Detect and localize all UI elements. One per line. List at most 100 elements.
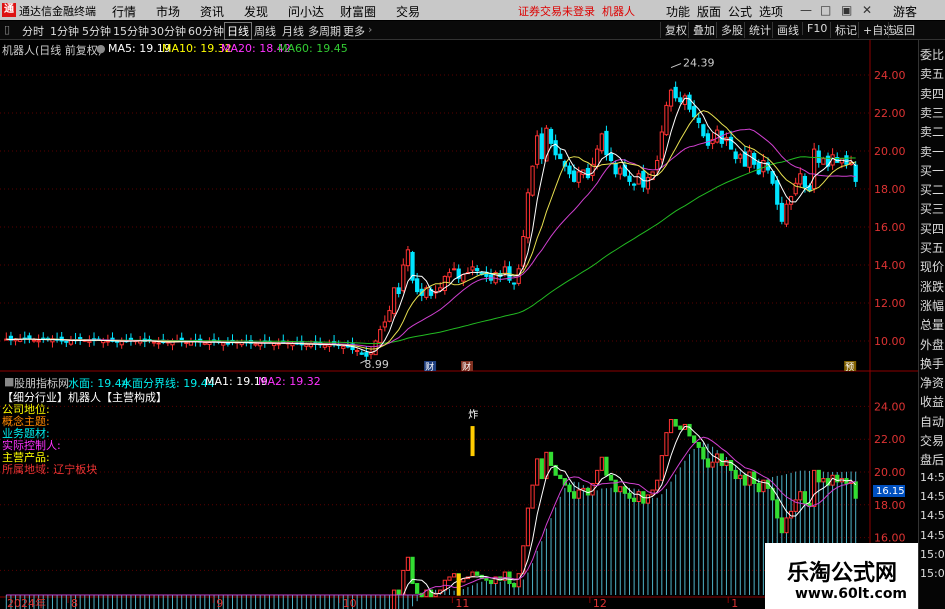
- main-candle: [451, 268, 457, 271]
- sidebar-item[interactable]: 换手: [920, 355, 944, 372]
- sub-candle: [608, 474, 614, 481]
- sidebar-item[interactable]: 14:56: [920, 509, 945, 522]
- main-candle: [355, 350, 360, 352]
- main-candle: [87, 340, 92, 343]
- main-candle: [576, 171, 581, 183]
- main-candle: [119, 340, 124, 346]
- x-tick-label: 8: [71, 597, 78, 609]
- main-candle: [78, 337, 83, 340]
- main-candle: [521, 236, 526, 267]
- sidebar-item[interactable]: 盘后: [920, 451, 944, 468]
- quote-sidebar: 委比卖五卖四卖三卖二卖一买一买二买三买四买五现价涨跌涨幅总量外盘换手净资收益自动…: [918, 40, 945, 609]
- main-candle: [645, 177, 651, 190]
- sidebar-item[interactable]: 交易: [920, 432, 944, 449]
- sidebar-item[interactable]: 买一: [920, 162, 944, 179]
- sidebar-item[interactable]: 15:00: [920, 548, 945, 561]
- y-tick-label: 10.00: [874, 335, 906, 348]
- sub-candle: [659, 455, 664, 481]
- main-candle: [567, 165, 572, 175]
- main-candle: [728, 136, 734, 150]
- main-candle: [304, 343, 309, 347]
- main-candle: [475, 268, 480, 272]
- sidebar-item[interactable]: 买二: [920, 181, 944, 198]
- sidebar-item[interactable]: 卖三: [920, 104, 944, 121]
- ma10-line: [6, 110, 856, 350]
- main-candle: [631, 183, 637, 186]
- main-candle: [184, 342, 189, 345]
- main-candle: [747, 150, 752, 168]
- sidebar-item[interactable]: 买五: [920, 239, 944, 256]
- main-candle: [322, 344, 327, 348]
- sub-candle: [539, 458, 544, 480]
- main-candle: [779, 202, 784, 222]
- main-candle: [401, 264, 406, 292]
- main-candle: [502, 266, 507, 275]
- sub-candle: [696, 441, 701, 448]
- sidebar-item[interactable]: 涨幅: [920, 297, 944, 314]
- watermark-title: 乐淘公式网: [787, 561, 898, 586]
- main-candle: [775, 180, 780, 205]
- sidebar-item[interactable]: 卖四: [920, 85, 944, 102]
- main-candle: [618, 167, 623, 175]
- sub-candle: [396, 589, 401, 596]
- sidebar-item[interactable]: 收益: [920, 393, 944, 410]
- sub-candle: [618, 486, 623, 493]
- y-tick-label: 22.00: [874, 107, 906, 120]
- x-tick-label: 12: [593, 597, 607, 609]
- y-tick-label: 14.00: [874, 259, 906, 272]
- main-candle: [151, 341, 157, 344]
- main-candle: [470, 266, 475, 271]
- main-candle: [636, 173, 641, 185]
- sidebar-item[interactable]: 总量: [920, 316, 944, 333]
- sub-candle: [391, 589, 397, 609]
- sidebar-item[interactable]: 卖一: [920, 143, 944, 160]
- sub-candle: [525, 507, 531, 547]
- main-candle: [253, 343, 258, 346]
- sidebar-item[interactable]: 净资: [920, 374, 944, 391]
- main-candle: [525, 192, 531, 239]
- x-tick-label: 11: [455, 597, 469, 609]
- signal-bar: [470, 426, 475, 457]
- sidebar-item[interactable]: 外盘: [920, 336, 944, 353]
- main-candle: [387, 310, 392, 322]
- sidebar-item[interactable]: 买四: [920, 220, 944, 237]
- main-candle: [701, 124, 706, 137]
- sidebar-item[interactable]: 14:57: [920, 529, 945, 542]
- y-tick-label: 12.00: [874, 297, 906, 310]
- sidebar-item[interactable]: 14:56: [920, 490, 945, 503]
- main-candle: [530, 165, 535, 196]
- sidebar-item[interactable]: 自动: [920, 413, 944, 430]
- main-candle: [659, 131, 664, 160]
- sidebar-item[interactable]: 卖二: [920, 123, 944, 140]
- sub-candle: [664, 432, 669, 457]
- sidebar-item[interactable]: 现价: [920, 258, 944, 275]
- ma1-line: [6, 425, 857, 596]
- main-candle: [461, 274, 466, 282]
- main-candle: [696, 117, 701, 124]
- main-candle: [784, 203, 789, 225]
- main-candle: [738, 154, 743, 159]
- sub-candle: [742, 474, 748, 486]
- sidebar-item[interactable]: 涨跌: [920, 278, 944, 295]
- y-tick-label: 24.00: [874, 400, 906, 413]
- main-candle: [276, 343, 281, 346]
- event-badge-label: 预: [845, 362, 854, 373]
- main-candle: [539, 133, 544, 160]
- x-tick-label: 9: [216, 597, 223, 609]
- low-marker-label: 8.99: [364, 358, 389, 371]
- main-candle: [692, 106, 697, 118]
- sidebar-item[interactable]: 14:56: [920, 471, 945, 484]
- sidebar-item[interactable]: 15:00: [920, 567, 945, 580]
- sub-candle: [627, 492, 632, 499]
- sub-candle: [567, 484, 572, 493]
- sub-candle: [668, 419, 674, 434]
- kline-chart[interactable]: 24.00 22.00 20.00 18.00 16.00 14.00 12.00 10.00…: [0, 0, 918, 609]
- sidebar-item[interactable]: 买三: [920, 200, 944, 217]
- sidebar-item[interactable]: 卖五: [920, 65, 944, 82]
- signal-bar: [456, 573, 461, 596]
- main-candle: [341, 345, 346, 349]
- main-candle: [821, 158, 826, 165]
- sub-candle: [604, 456, 609, 476]
- sub-candle: [484, 578, 489, 581]
- sidebar-item[interactable]: 委比: [920, 46, 944, 63]
